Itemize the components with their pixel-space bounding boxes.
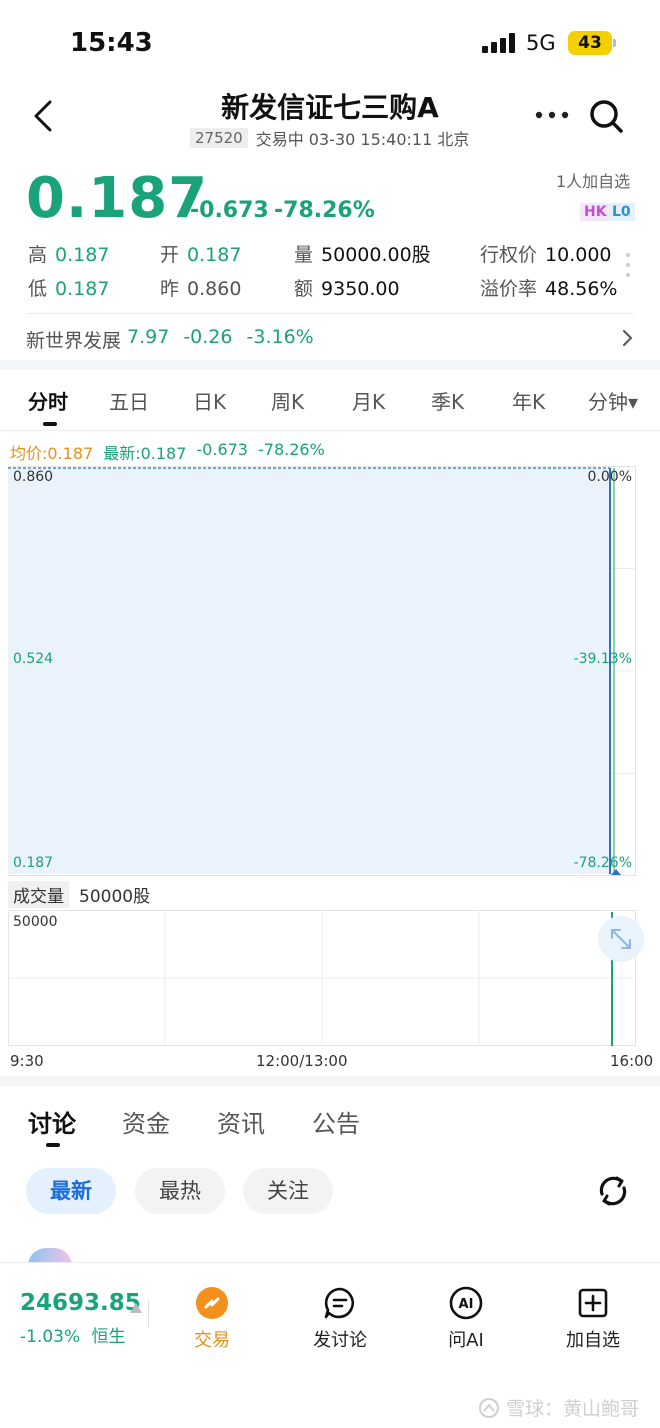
index-name: 恒生 bbox=[91, 1327, 126, 1347]
quote-status-line: 27520 交易中 03-30 15:40:11 北京 bbox=[190, 126, 469, 150]
trade-icon bbox=[195, 1286, 229, 1320]
volume-chart[interactable]: 50000 bbox=[8, 910, 636, 1046]
section-gap bbox=[0, 360, 660, 370]
y-axis-label-right: -78.26% bbox=[574, 855, 632, 871]
svg-text:AI: AI bbox=[459, 1297, 474, 1312]
tab-daily-k[interactable]: 日K bbox=[193, 386, 226, 415]
legend-change: -0.673 bbox=[196, 440, 248, 459]
index-value[interactable]: 24693.85 bbox=[20, 1290, 141, 1316]
related-stock-name: 新世界发展 bbox=[26, 330, 122, 352]
tab-minute[interactable]: 分钟▾ bbox=[588, 386, 638, 415]
stat-turnover: 额 9350.00 bbox=[294, 278, 400, 300]
status-time: 15:43 bbox=[70, 28, 153, 58]
related-stock-change: -0.26 bbox=[183, 326, 233, 348]
trading-status: 交易中 03-30 15:40:11 北京 bbox=[255, 130, 470, 149]
section-gap bbox=[0, 1076, 660, 1086]
level-tag-l0: L0 bbox=[608, 203, 635, 221]
divider bbox=[0, 430, 660, 431]
y-axis-label-right: -39.13% bbox=[574, 651, 632, 667]
volume-value: 50000股 bbox=[79, 887, 151, 907]
nav-label: 加自选 bbox=[566, 1330, 620, 1351]
tab-monthly-k[interactable]: 月K bbox=[352, 386, 385, 415]
stat-open: 开 0.187 bbox=[160, 244, 242, 266]
active-tab-indicator bbox=[46, 1143, 60, 1147]
network-type: 5G bbox=[526, 31, 556, 55]
nav-label: 发讨论 bbox=[313, 1330, 367, 1351]
intraday-price-chart[interactable]: 0.860 0.524 0.187 0.00% -39.13% -78.26% bbox=[8, 466, 636, 876]
more-stats-icon[interactable] bbox=[626, 253, 632, 283]
filter-following[interactable]: 关注 bbox=[243, 1168, 333, 1214]
stat-premium: 溢价率 48.56% bbox=[480, 278, 618, 300]
current-price: 0.187 bbox=[26, 166, 209, 231]
volume-title: 成交量 bbox=[8, 881, 69, 908]
stock-code: 27520 bbox=[190, 128, 248, 148]
chevron-right-icon[interactable] bbox=[620, 328, 636, 348]
related-stock-change-pct: -3.16% bbox=[246, 326, 314, 348]
tab-funds[interactable]: 资金 bbox=[122, 1104, 170, 1139]
related-stock-row[interactable]: 新世界发展 7.97 -0.26 -3.16% bbox=[26, 326, 314, 353]
index-change: -1.03% 恒生 bbox=[20, 1327, 126, 1347]
y-axis-label-right: 0.00% bbox=[588, 469, 632, 485]
x-label-close: 16:00 bbox=[610, 1052, 654, 1070]
tab-weekly-k[interactable]: 周K bbox=[271, 386, 304, 415]
battery-icon: 43 bbox=[568, 31, 612, 55]
tab-quarterly-k[interactable]: 季K bbox=[431, 386, 464, 415]
y-axis-label: 0.187 bbox=[13, 855, 53, 871]
legend-avg-price: 均价:0.187 bbox=[10, 444, 94, 463]
triangle-up-icon bbox=[130, 1298, 142, 1313]
tab-five-day[interactable]: 五日 bbox=[109, 386, 149, 415]
tab-intraday[interactable]: 分时 bbox=[28, 386, 68, 415]
battery-cap bbox=[613, 39, 616, 47]
expand-chart-icon[interactable] bbox=[598, 916, 644, 962]
filter-hottest[interactable]: 最热 bbox=[135, 1168, 225, 1214]
add-watchlist-icon bbox=[576, 1286, 610, 1320]
chart-legend: 均价:0.187 最新:0.187 -0.673 -78.26% bbox=[10, 440, 325, 464]
divider bbox=[148, 1300, 149, 1328]
active-tab-indicator bbox=[43, 422, 57, 426]
nav-label: 问AI bbox=[448, 1330, 484, 1351]
cellular-signal-icon bbox=[482, 33, 516, 53]
chart-area-fill bbox=[8, 468, 610, 874]
divider bbox=[26, 313, 634, 314]
volume-header: 成交量 50000股 bbox=[8, 881, 150, 908]
related-stock-price: 7.97 bbox=[127, 326, 170, 348]
nav-ask-ai[interactable]: AI 问AI bbox=[416, 1286, 516, 1352]
stat-high: 高 0.187 bbox=[28, 244, 110, 266]
stat-prev-close: 昨 0.860 bbox=[160, 278, 242, 300]
stat-low: 低 0.187 bbox=[28, 278, 110, 300]
watermark: 雪球：黄山鲍哥 bbox=[478, 1394, 639, 1421]
nav-label: 交易 bbox=[194, 1330, 230, 1351]
stat-volume: 量 50000.00股 bbox=[294, 244, 431, 266]
volume-axis-label: 50000 bbox=[13, 914, 58, 930]
nav-add-watchlist[interactable]: 加自选 bbox=[543, 1286, 643, 1352]
price-change-percent: -78.26% bbox=[274, 198, 375, 223]
tab-announcements[interactable]: 公告 bbox=[312, 1104, 360, 1139]
market-tag-hk: HK bbox=[580, 203, 611, 221]
more-icon[interactable] bbox=[534, 103, 570, 127]
legend-latest: 最新:0.187 bbox=[103, 444, 187, 463]
y-axis-label: 0.524 bbox=[13, 651, 53, 667]
nav-trade[interactable]: 交易 bbox=[162, 1286, 262, 1352]
price-change: -0.673 bbox=[190, 198, 269, 223]
post-discussion-icon bbox=[323, 1286, 357, 1320]
nav-post-discussion[interactable]: 发讨论 bbox=[290, 1286, 390, 1352]
ai-icon: AI bbox=[449, 1286, 483, 1320]
tab-yearly-k[interactable]: 年K bbox=[512, 386, 545, 415]
stat-strike-price: 行权价 10.000 bbox=[480, 244, 612, 266]
tab-news[interactable]: 资讯 bbox=[217, 1104, 265, 1139]
y-axis-label: 0.860 bbox=[13, 469, 53, 485]
x-label-open: 9:30 bbox=[10, 1052, 44, 1070]
filter-latest[interactable]: 最新 bbox=[26, 1168, 116, 1214]
legend-change-pct: -78.26% bbox=[257, 440, 325, 459]
search-icon[interactable] bbox=[586, 96, 626, 136]
x-label-midday: 12:00/13:00 bbox=[256, 1052, 348, 1070]
snowball-logo-icon bbox=[479, 1397, 499, 1418]
followers-count: 1人加自选 bbox=[556, 172, 631, 191]
tab-discussion[interactable]: 讨论 bbox=[28, 1104, 76, 1139]
refresh-icon[interactable] bbox=[594, 1172, 632, 1210]
